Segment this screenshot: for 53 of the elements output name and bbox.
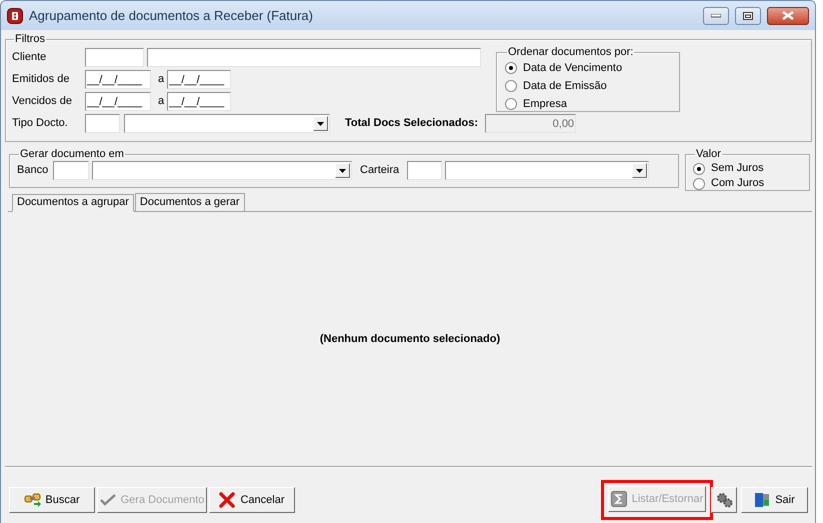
field-label: Carteira [360,163,400,178]
field-label: a [158,72,164,87]
date-field[interactable]: __/__/____ [85,92,151,111]
group-title: Ordenar documentos por: [507,45,634,59]
field-label: a [158,94,164,109]
empty-message: (Nenhum documento selecionado) [320,332,500,347]
action-button[interactable]: Buscar [9,487,95,513]
input-field[interactable] [53,161,89,180]
radio-option[interactable]: Data de Vencimento [505,59,671,77]
sigma-icon [610,491,628,507]
total-field[interactable]: 0,00 [485,114,576,133]
input-field[interactable] [85,48,144,67]
dropdown-field[interactable] [445,161,650,180]
radio-option[interactable]: Com Juros [693,176,802,191]
group-title: Filtros [14,32,46,46]
date-field[interactable]: __/__/____ [167,70,232,89]
dropdown-field[interactable] [92,161,352,180]
tab[interactable]: Documentos a agrupar [12,194,134,212]
minimize-button[interactable] [703,6,729,24]
app-logo-icon [7,8,23,24]
settings-button[interactable] [711,487,737,513]
close-button[interactable] [767,6,809,24]
checkmark-icon [100,492,117,508]
group-title: Gerar documento em [19,147,125,161]
window-title: Agrupamento de documentos a Receber (Fatura) [29,6,313,25]
input-field[interactable] [407,161,442,180]
caret-icon [636,168,644,172]
radio-option[interactable]: Empresa [505,95,671,113]
field-label: Vencidos de [12,94,73,109]
close-icon [782,11,794,20]
radio-option[interactable]: Data de Emissão [505,77,671,95]
total-label: Total Docs Selecionados: [345,116,478,131]
date-field[interactable]: __/__/____ [85,70,151,89]
action-button[interactable]: Sair [741,487,808,513]
minimize-icon [711,14,721,18]
field-label: Emitidos de [12,72,70,87]
radio-option[interactable]: Sem Juros [693,161,802,176]
caret-icon [317,122,324,126]
input-field[interactable] [147,48,481,67]
maximize-icon [743,12,753,20]
cross-icon [219,492,236,508]
action-button[interactable]: Cancelar [209,487,295,513]
field-label: Cliente [12,50,48,65]
date-field[interactable]: __/__/____ [167,92,232,111]
dropdown-field[interactable] [124,114,330,133]
tab[interactable]: Documentos a gerar [134,193,245,211]
field-label: Banco [17,163,50,178]
caret-icon [339,168,346,172]
field-label: Tipo Docto. [12,116,69,131]
group-title: Valor [695,147,722,161]
input-field[interactable] [85,114,120,133]
maximize-button[interactable] [735,6,761,24]
gears-icon [716,492,732,508]
